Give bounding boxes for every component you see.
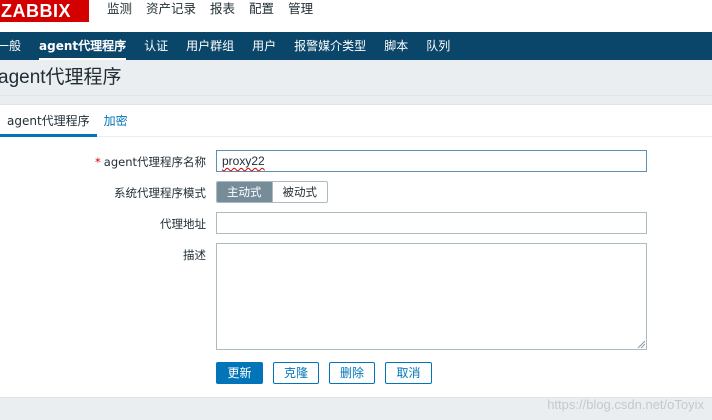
sub-menu: 一般 agent代理程序 认证 用户群组 用户 报警媒介类型 脚本 队列 xyxy=(0,32,712,60)
proxy-mode-label: 系统代理程序模式 xyxy=(114,186,206,200)
cancel-button[interactable]: 取消 xyxy=(385,362,432,384)
proxy-mode-row: 系统代理程序模式 主动式 被动式 xyxy=(0,181,712,203)
submenu-media-types[interactable]: 报警媒介类型 xyxy=(285,32,375,60)
delete-button[interactable]: 删除 xyxy=(329,362,375,384)
form-panel: agent代理程序 加密 * agent代理程序名称 proxy22 系统代理程序… xyxy=(0,104,712,398)
mode-passive-option[interactable]: 被动式 xyxy=(271,182,327,202)
submenu-authentication[interactable]: 认证 xyxy=(135,32,177,60)
description-row: 描述 xyxy=(0,243,712,350)
submenu-queue[interactable]: 队列 xyxy=(417,32,459,60)
resize-grip-icon[interactable] xyxy=(637,340,645,348)
submenu-scripts[interactable]: 脚本 xyxy=(375,32,417,60)
proxy-name-input[interactable]: proxy22 xyxy=(216,150,647,172)
page-header: agent代理程序 xyxy=(0,60,712,96)
mode-active-option[interactable]: 主动式 xyxy=(217,182,272,202)
proxy-name-value: proxy22 xyxy=(222,154,265,168)
description-textarea[interactable] xyxy=(216,243,647,350)
menu-inventory[interactable]: 资产记录 xyxy=(139,0,203,32)
proxy-address-label: 代理地址 xyxy=(160,217,206,231)
required-marker: * xyxy=(95,155,101,169)
watermark: https://blog.csdn.net/oToyix xyxy=(547,397,704,412)
proxy-address-row: 代理地址 xyxy=(0,212,712,234)
tab-bar: agent代理程序 加密 xyxy=(0,105,712,137)
tab-proxy[interactable]: agent代理程序 xyxy=(0,105,97,137)
main-menu: 监测 资产记录 报表 配置 管理 xyxy=(100,0,321,32)
proxy-name-row: * agent代理程序名称 proxy22 xyxy=(0,150,712,172)
menu-administration[interactable]: 管理 xyxy=(281,0,321,32)
submenu-users[interactable]: 用户 xyxy=(243,32,285,60)
submenu-user-groups[interactable]: 用户群组 xyxy=(177,32,243,60)
proxy-name-label-text: agent代理程序名称 xyxy=(103,155,206,169)
top-bar: ZABBIX 监测 资产记录 报表 配置 管理 xyxy=(0,0,712,32)
menu-configuration[interactable]: 配置 xyxy=(242,0,281,32)
description-label: 描述 xyxy=(183,248,206,262)
update-button[interactable]: 更新 xyxy=(216,362,263,384)
submenu-general[interactable]: 一般 xyxy=(0,32,30,60)
proxy-address-input[interactable] xyxy=(216,212,647,234)
zabbix-logo[interactable]: ZABBIX xyxy=(0,0,89,22)
submenu-proxies[interactable]: agent代理程序 xyxy=(30,32,135,60)
menu-monitoring[interactable]: 监测 xyxy=(100,0,139,32)
menu-reports[interactable]: 报表 xyxy=(203,0,242,32)
proxy-mode-toggle: 主动式 被动式 xyxy=(216,181,328,203)
page-title: agent代理程序 xyxy=(0,67,122,88)
proxy-name-label: * agent代理程序名称 xyxy=(95,154,206,170)
clone-button[interactable]: 克隆 xyxy=(273,362,319,384)
tab-encryption[interactable]: 加密 xyxy=(97,105,135,136)
